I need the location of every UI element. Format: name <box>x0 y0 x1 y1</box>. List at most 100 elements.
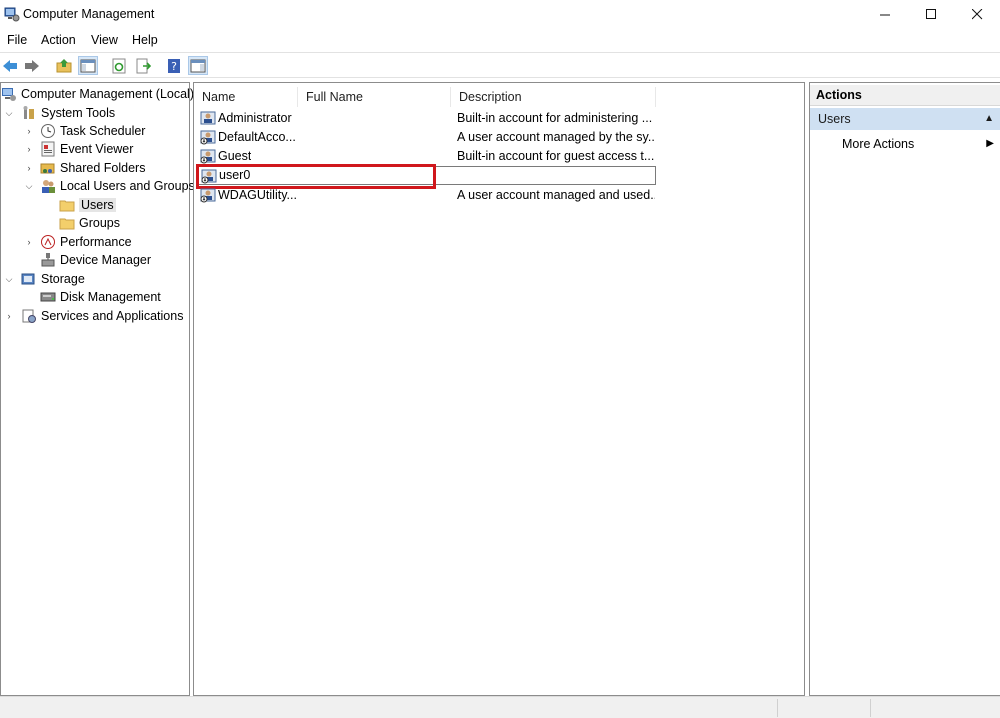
table-row[interactable]: Guest Built-in account for guest access … <box>198 147 658 166</box>
user-description: A user account managed and used... <box>457 188 655 202</box>
more-actions-label: More Actions <box>842 137 915 151</box>
svg-text:?: ? <box>171 60 177 73</box>
users-list-view: Name Full Name Description Administrator… <box>193 82 805 696</box>
menu-bar: File Action View Help <box>0 30 1000 52</box>
up-one-level-button[interactable] <box>54 56 74 75</box>
menu-file[interactable]: File <box>7 33 27 47</box>
event-viewer-icon <box>41 141 55 157</box>
table-row[interactable]: DefaultAcco... A user account managed by… <box>198 128 658 147</box>
tree-item-local-users-groups[interactable]: Local Users and Groups <box>40 177 195 195</box>
user-name: user0 <box>219 168 251 182</box>
user-description: Built-in account for administering ... <box>457 111 653 125</box>
tree-item-shared-folders[interactable]: Shared Folders <box>40 159 145 177</box>
tree-item-device-manager[interactable]: Device Manager <box>40 251 151 269</box>
actions-section-label: Users <box>818 112 851 126</box>
user-description: Built-in account for guest access t... <box>457 149 655 163</box>
table-row[interactable]: WDAGUtility... A user account managed an… <box>198 186 658 205</box>
table-row[interactable]: Administrator Built-in account for admin… <box>198 109 658 128</box>
refresh-icon <box>112 58 126 73</box>
toolbar: ? <box>0 52 1000 78</box>
properties-button[interactable] <box>188 56 208 75</box>
chevron-right-icon[interactable]: › <box>4 311 14 321</box>
show-hide-tree-icon <box>80 59 96 72</box>
services-icon <box>22 309 36 323</box>
export-list-icon <box>136 58 151 73</box>
collapse-up-icon[interactable]: ▲ <box>984 108 994 130</box>
column-header-name[interactable]: Name <box>194 87 298 107</box>
user-disabled-icon <box>200 130 216 145</box>
export-list-button[interactable] <box>133 56 153 75</box>
folder-icon <box>59 218 75 230</box>
console-tree: Computer Management (Local) ⌵ System Too… <box>0 82 195 696</box>
user-name: Administrator <box>218 111 292 125</box>
folder-icon <box>59 200 75 212</box>
user-name: DefaultAcco... <box>218 130 296 144</box>
tree-item-task-scheduler[interactable]: Task Scheduler <box>40 122 145 140</box>
column-header-description[interactable]: Description <box>451 87 656 107</box>
forward-icon <box>25 59 39 72</box>
tools-icon <box>23 106 34 119</box>
minimize-button[interactable] <box>862 0 908 28</box>
actions-section-users[interactable]: Users ▲ <box>810 108 1000 130</box>
submenu-arrow-icon: ▶ <box>986 138 994 149</box>
chevron-right-icon[interactable]: › <box>24 144 34 154</box>
maximize-icon <box>925 8 936 19</box>
title-bar: Computer Management <box>0 0 1000 30</box>
chevron-down-icon[interactable]: ⌵ <box>4 274 14 284</box>
user-disabled-icon <box>200 188 216 203</box>
chevron-right-icon[interactable]: › <box>24 237 34 247</box>
status-bar <box>0 696 1000 718</box>
window-title: Computer Management <box>23 7 155 21</box>
close-button[interactable] <box>954 0 1000 28</box>
chevron-down-icon[interactable]: ⌵ <box>24 181 34 191</box>
disk-icon <box>40 292 56 302</box>
user-disabled-icon <box>201 169 217 184</box>
chevron-right-icon[interactable]: › <box>24 126 34 136</box>
close-icon <box>971 8 982 19</box>
performance-icon <box>41 235 55 249</box>
clock-icon <box>41 124 55 138</box>
actions-header: Actions <box>810 85 1000 106</box>
computer-management-icon <box>4 7 20 22</box>
device-manager-icon <box>41 253 55 267</box>
help-icon: ? <box>168 58 180 73</box>
tree-item-computer-management[interactable]: Computer Management (Local) <box>1 85 194 103</box>
table-row-selected[interactable]: user0 <box>196 164 656 189</box>
tree-item-performance[interactable]: Performance <box>40 233 132 251</box>
maximize-button[interactable] <box>908 0 954 28</box>
users-group-icon <box>42 180 55 193</box>
up-folder-icon <box>56 58 72 72</box>
chevron-down-icon[interactable]: ⌵ <box>4 108 14 118</box>
user-name: Guest <box>218 149 252 163</box>
shared-folder-icon <box>40 163 55 174</box>
computer-management-icon <box>2 88 16 101</box>
column-header-full-name[interactable]: Full Name <box>298 87 451 107</box>
tree-item-system-tools[interactable]: System Tools <box>21 104 115 122</box>
menu-action[interactable]: Action <box>41 33 76 47</box>
user-icon <box>200 111 216 125</box>
properties-icon <box>190 59 206 72</box>
show-hide-console-tree-button[interactable] <box>78 56 98 75</box>
status-divider <box>777 699 778 717</box>
tree-item-disk-management[interactable]: Disk Management <box>40 288 161 306</box>
more-actions-item[interactable]: More Actions ▶ <box>810 134 1000 154</box>
minimize-icon <box>879 14 890 15</box>
user-name: WDAGUtility... <box>218 188 297 202</box>
menu-help[interactable]: Help <box>132 33 158 47</box>
status-divider <box>870 699 871 717</box>
forward-button[interactable] <box>22 56 42 75</box>
chevron-right-icon[interactable]: › <box>24 163 34 173</box>
actions-pane: Actions Users ▲ More Actions ▶ <box>809 82 1000 696</box>
tree-item-event-viewer[interactable]: Event Viewer <box>40 140 133 158</box>
user-description: A user account managed by the sy... <box>457 130 655 144</box>
user-disabled-icon <box>200 149 216 164</box>
back-icon <box>3 59 17 72</box>
menu-view[interactable]: View <box>91 33 118 47</box>
back-button[interactable] <box>0 56 20 75</box>
tree-item-storage[interactable]: Storage <box>21 270 85 288</box>
tree-item-users[interactable]: Users <box>59 196 116 214</box>
tree-item-groups[interactable]: Groups <box>59 214 120 232</box>
tree-item-services-applications[interactable]: Services and Applications <box>21 307 183 325</box>
refresh-button[interactable] <box>109 56 129 75</box>
help-button[interactable]: ? <box>164 56 184 75</box>
